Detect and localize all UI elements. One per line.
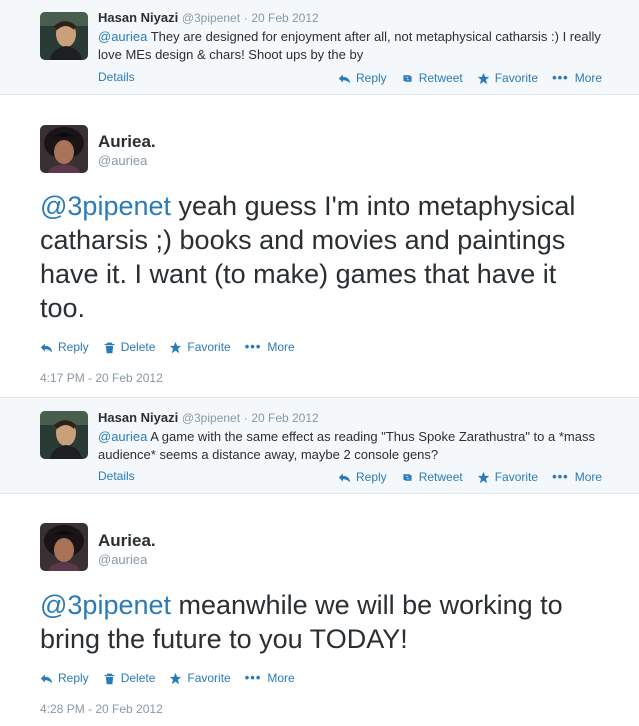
avatar-hasan-image [40,411,88,459]
star-icon [477,72,489,84]
more-button[interactable]: ••• More [245,340,295,354]
star-icon [170,672,182,684]
reply-header: Hasan Niyazi @3pipenet · 20 Feb 2012 [98,10,319,25]
retweet-button[interactable]: Retweet [401,71,463,85]
tweet-text: @3pipenet yeah guess I'm into metaphysic… [40,189,600,325]
more-dots-icon: ••• [244,670,262,685]
tweet-text: @3pipenet meanwhile we will be working t… [40,588,600,656]
retweet-icon [403,74,412,82]
separator-dot: · [243,411,248,425]
favorite-label: Favorite [494,470,539,484]
reply-button[interactable]: Reply [338,470,387,484]
mention-link[interactable]: @3pipenet [40,590,171,620]
more-dots-icon: ••• [552,469,569,484]
favorite-button[interactable]: Favorite [477,71,538,85]
reply-arrow-icon [338,472,351,482]
avatar-auriea[interactable] [40,125,88,173]
star-icon [170,341,182,353]
tweet-actions: Reply Retweet Favorite ••• More [338,71,602,85]
avatar-hasan[interactable] [40,411,88,459]
mention-link[interactable]: @3pipenet [40,191,171,221]
main-tweet-1: Auriea. @auriea @3pipenet yeah guess I'm… [0,95,639,397]
mention-link[interactable]: @auriea [98,429,147,444]
favorite-label: Favorite [494,71,539,85]
mention-link[interactable]: @auriea [98,29,147,44]
tweet-actions: Reply Delete Favorite ••• More [40,340,295,354]
reply-arrow-icon [40,673,53,683]
reply-header: Hasan Niyazi @3pipenet · 20 Feb 2012 [98,410,319,425]
tweet-body: They are designed for enjoyment after al… [98,29,601,62]
retweet-label: Retweet [418,470,463,484]
tweet-timestamp[interactable]: 4:17 PM - 20 Feb 2012 [40,371,163,385]
author-handle[interactable]: @3pipenet [182,411,240,425]
tweet-timestamp[interactable]: 4:28 PM - 20 Feb 2012 [40,702,163,716]
favorite-label: Favorite [187,671,231,685]
more-button[interactable]: ••• More [245,671,295,685]
avatar-hasan-image [40,12,88,60]
details-link[interactable]: Details [98,70,135,84]
retweet-label: Retweet [418,71,463,85]
retweet-button[interactable]: Retweet [401,470,463,484]
reply-tweet-2: Hasan Niyazi @3pipenet · 20 Feb 2012 @au… [0,397,639,494]
reply-arrow-icon [338,73,351,83]
more-button[interactable]: ••• More [552,71,602,85]
author-name[interactable]: Auriea. [98,531,156,551]
favorite-button[interactable]: Favorite [169,671,231,685]
details-link[interactable]: Details [98,469,135,483]
reply-tweet-1: Hasan Niyazi @3pipenet · 20 Feb 2012 @au… [0,0,639,95]
author-name[interactable]: Hasan Niyazi [98,10,178,25]
trash-icon [104,342,115,353]
tweet-date[interactable]: 20 Feb 2012 [251,411,318,425]
separator-dot: · [243,11,248,25]
retweet-icon [403,473,412,481]
main-tweet-2: Auriea. @auriea @3pipenet meanwhile we w… [0,494,639,726]
reply-label: Reply [58,671,89,685]
favorite-button[interactable]: Favorite [169,340,231,354]
author-handle[interactable]: @auriea [98,153,147,168]
more-label: More [267,671,295,685]
tweet-date[interactable]: 20 Feb 2012 [251,11,318,25]
avatar-auriea-image [40,523,88,571]
more-label: More [574,470,603,484]
reply-label: Reply [58,340,89,354]
delete-button[interactable]: Delete [103,671,156,685]
avatar-auriea[interactable] [40,523,88,571]
favorite-label: Favorite [187,340,231,354]
more-label: More [574,71,603,85]
delete-label: Delete [120,671,156,685]
author-handle[interactable]: @auriea [98,552,147,567]
more-button[interactable]: ••• More [552,470,602,484]
tweet-body: A game with the same effect as reading "… [98,429,595,462]
delete-label: Delete [120,340,156,354]
tweet-text: @auriea They are designed for enjoyment … [98,28,608,64]
tweet-text: @auriea A game with the same effect as r… [98,428,608,464]
delete-button[interactable]: Delete [103,340,156,354]
tweet-actions: Reply Delete Favorite ••• More [40,671,295,685]
more-dots-icon: ••• [244,339,262,354]
reply-arrow-icon [40,342,53,352]
trash-icon [104,673,115,684]
more-dots-icon: ••• [552,70,569,85]
avatar-auriea-image [40,125,88,173]
more-label: More [267,340,295,354]
reply-label: Reply [356,470,387,484]
tweet-actions: Reply Retweet Favorite ••• More [338,470,602,484]
author-handle[interactable]: @3pipenet [182,11,240,25]
author-name[interactable]: Auriea. [98,132,156,152]
reply-button[interactable]: Reply [338,71,387,85]
reply-button[interactable]: Reply [40,671,89,685]
avatar-hasan[interactable] [40,12,88,60]
author-name[interactable]: Hasan Niyazi [98,410,178,425]
star-icon [477,471,489,483]
favorite-button[interactable]: Favorite [477,470,538,484]
reply-label: Reply [356,71,387,85]
reply-button[interactable]: Reply [40,340,89,354]
